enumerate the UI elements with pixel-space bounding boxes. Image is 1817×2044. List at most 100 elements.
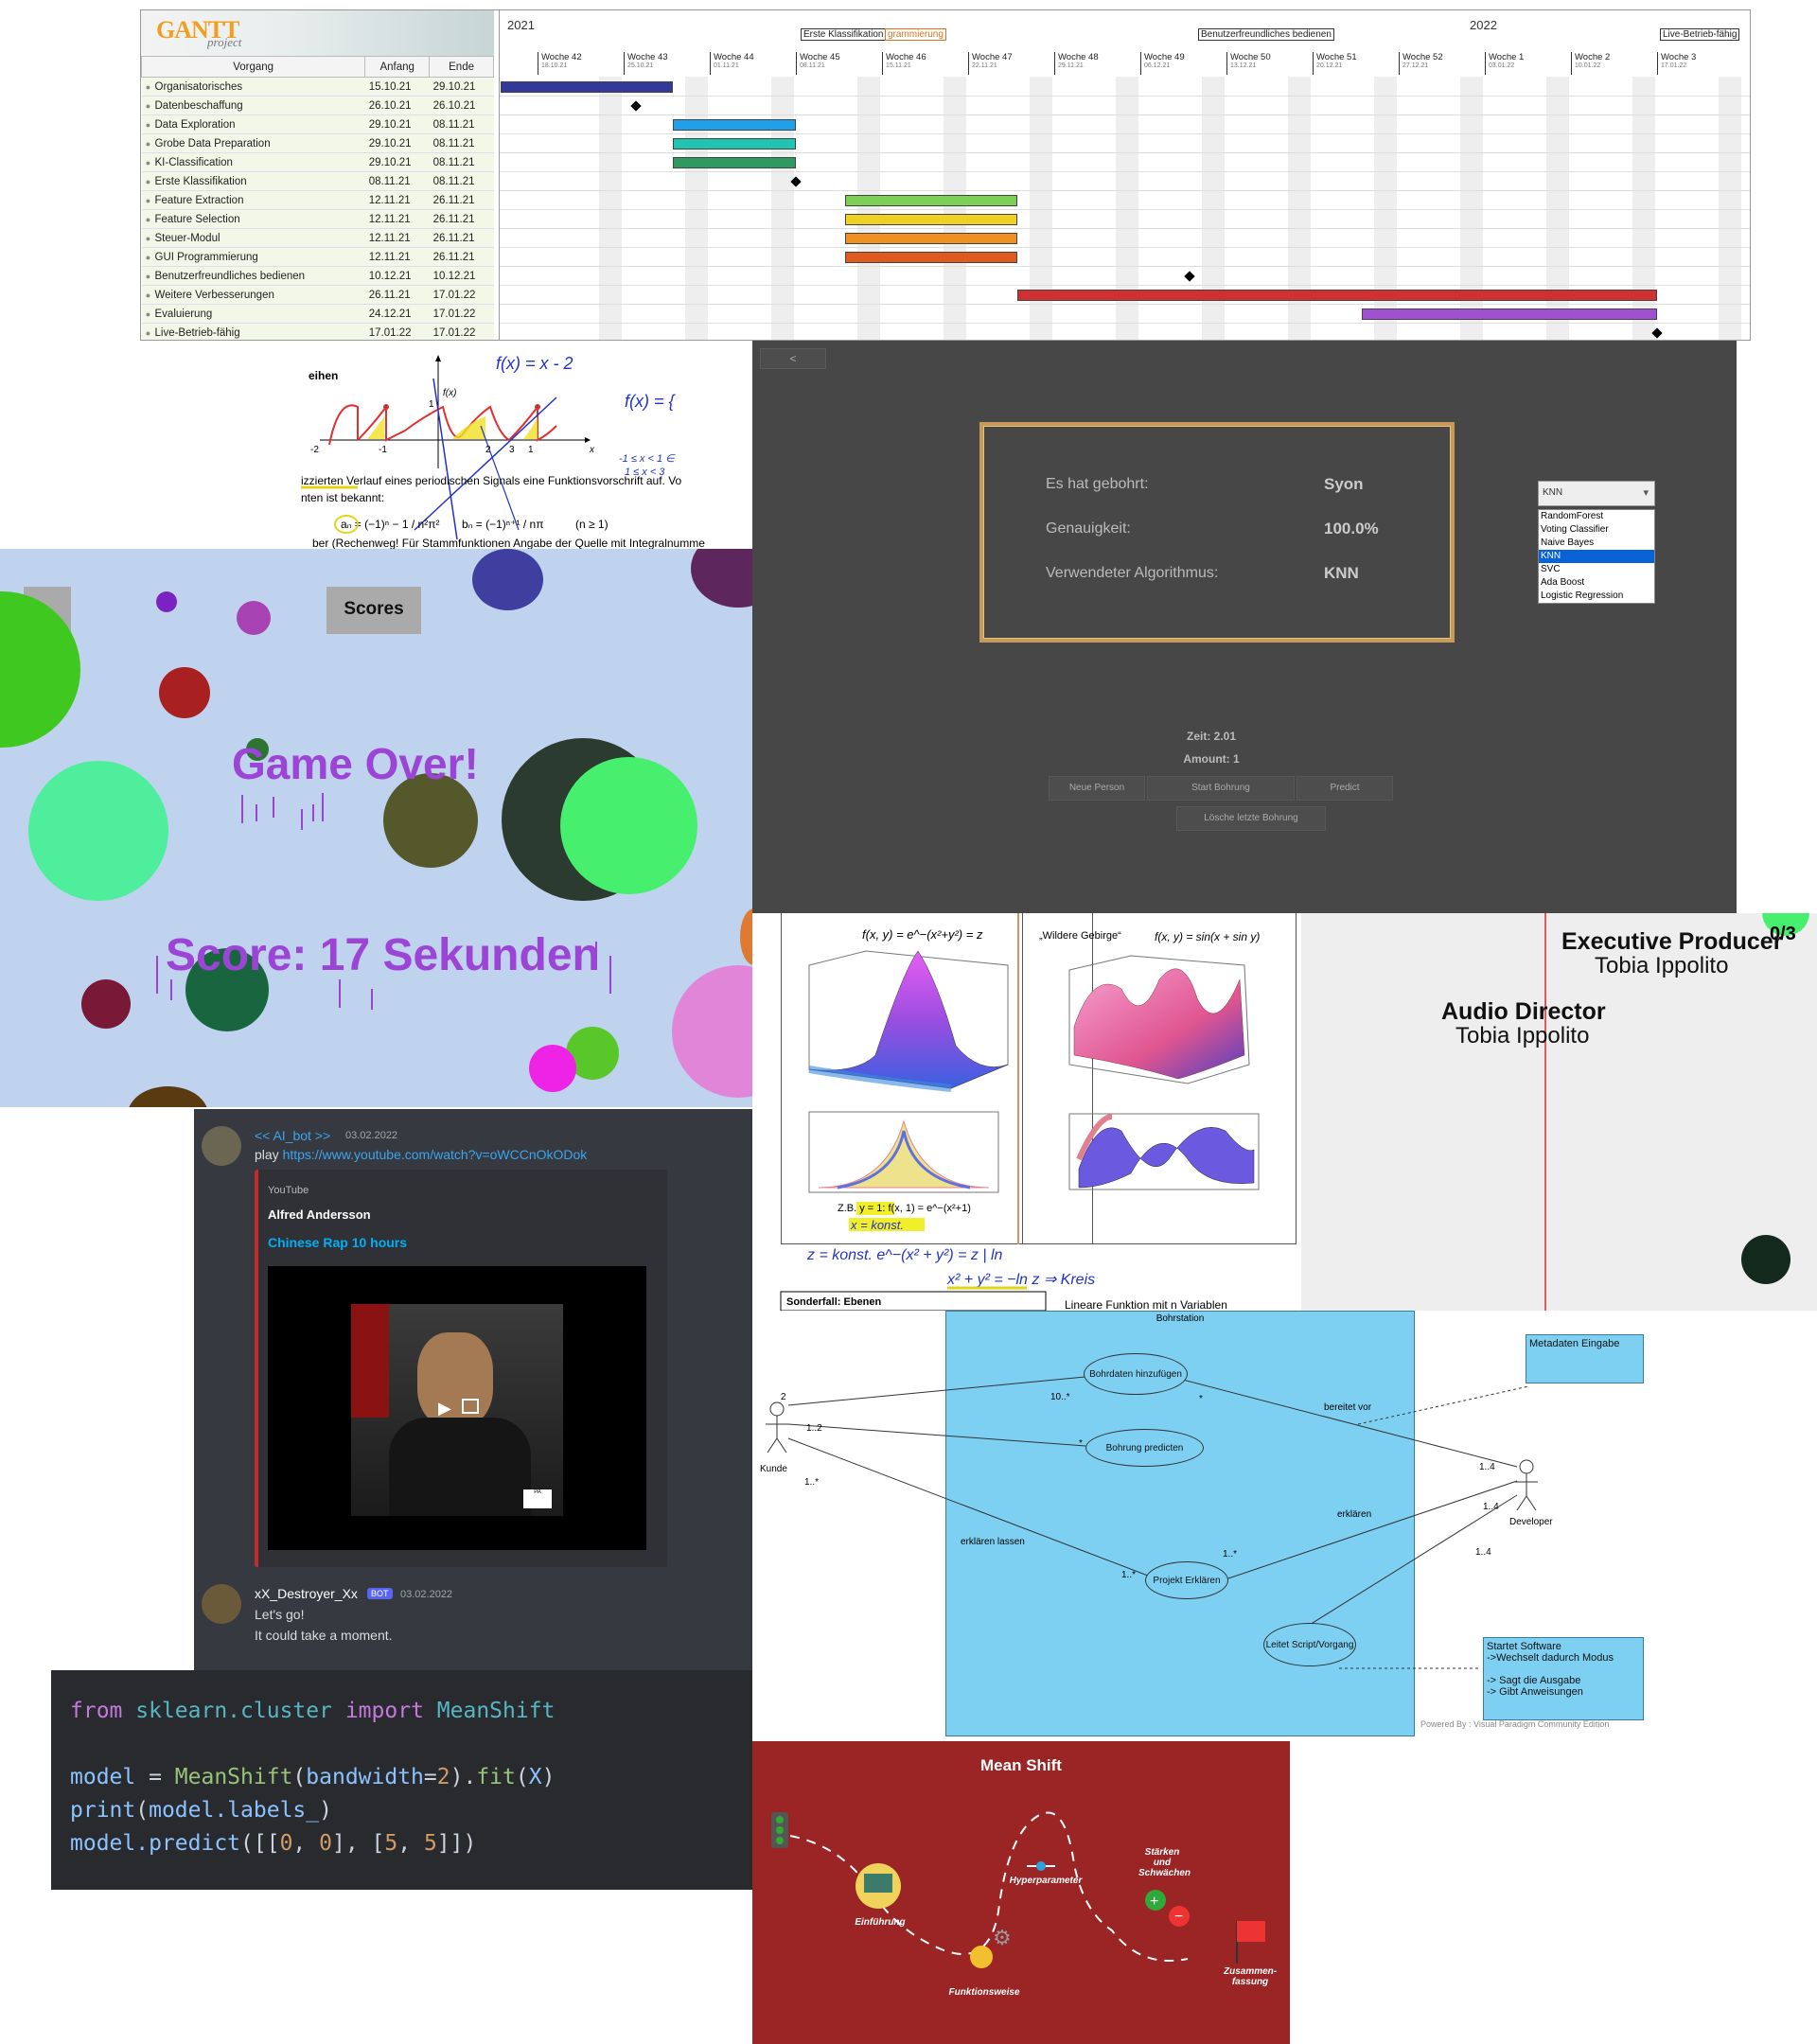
- task-row[interactable]: ● Steuer-Modul 12.11.21 26.11.21: [141, 228, 494, 248]
- week-label: Woche 48: [1058, 52, 1099, 62]
- algorithm-option[interactable]: Logistic Regression: [1539, 590, 1654, 603]
- avatar[interactable]: [202, 1126, 241, 1166]
- week-label: Woche 45: [800, 52, 840, 62]
- algorithm-option[interactable]: KNN: [1539, 550, 1654, 563]
- task-row[interactable]: ● Benutzerfreundliches bedienen 10.12.21…: [141, 266, 494, 286]
- step-introduction[interactable]: Einführung: [852, 1917, 908, 1928]
- new-person-button[interactable]: Neue Person: [1049, 776, 1145, 801]
- youtube-link[interactable]: https://www.youtube.com/watch?v=oWCCnOkO…: [283, 1147, 588, 1162]
- algorithm-select[interactable]: KNN: [1538, 481, 1655, 506]
- task-row[interactable]: ● Feature Extraction 12.11.21 26.11.21: [141, 190, 494, 210]
- algorithm-option[interactable]: Ada Boost: [1539, 576, 1654, 590]
- game-circle: [159, 667, 210, 718]
- task-row[interactable]: ● GUI Programmierung 12.11.21 26.11.21: [141, 247, 494, 267]
- task-row[interactable]: ● Data Exploration 29.10.21 08.11.21: [141, 115, 494, 134]
- row-line: [500, 133, 1750, 134]
- row-line: [500, 228, 1750, 229]
- game-circle: [128, 1086, 208, 1107]
- expand-bullet-icon[interactable]: ●: [141, 115, 151, 134]
- open-external-icon[interactable]: [462, 1399, 479, 1414]
- embed-author[interactable]: Alfred Andersson: [268, 1207, 371, 1222]
- task-end: 26.10.21: [429, 96, 494, 115]
- task-row[interactable]: ● KI-Classification 29.10.21 08.11.21: [141, 152, 494, 172]
- algorithm-option[interactable]: RandomForest: [1539, 510, 1654, 523]
- task-row[interactable]: ● Grobe Data Preparation 29.10.21 08.11.…: [141, 133, 494, 153]
- step-hyperparameter[interactable]: Hyperparameter: [1008, 1876, 1084, 1886]
- command-text: play: [255, 1147, 279, 1162]
- username[interactable]: << AI_bot >>: [255, 1128, 330, 1143]
- embed-title[interactable]: Chinese Rap 10 hours: [268, 1235, 407, 1250]
- usecase-explain-project[interactable]: Projekt Erklären: [1145, 1561, 1228, 1599]
- task-start: 12.11.21: [364, 228, 430, 248]
- timestamp: 03.02.2022: [400, 1589, 453, 1600]
- expand-bullet-icon[interactable]: ●: [141, 190, 151, 210]
- note-line: Startet Software: [1487, 1641, 1561, 1652]
- special-case-box: Sonderfall: Ebenen: [786, 1296, 882, 1308]
- expand-bullet-icon[interactable]: ●: [141, 228, 151, 248]
- multiplicity: 1..4: [1479, 1462, 1495, 1472]
- rain-line: [312, 804, 314, 821]
- algorithm-option[interactable]: Voting Classifier: [1539, 523, 1654, 537]
- milestone-marker: [630, 100, 642, 112]
- col-header-end[interactable]: Ende: [429, 56, 494, 78]
- back-button[interactable]: <: [760, 348, 826, 369]
- game-credits-screen: 0/3 Executive Producer Tobia Ippolito Au…: [1301, 913, 1817, 1311]
- task-row[interactable]: ● Live-Betrieb-fähig 17.01.22 17.01.22: [141, 323, 494, 340]
- usecase-add-drilling-data[interactable]: Bohrdaten hinzufügen: [1084, 1353, 1188, 1395]
- code-line: model = MeanShift(bandwidth=2).fit(X): [70, 1765, 556, 1789]
- step-functionality[interactable]: Funktionsweise: [946, 1987, 1022, 1998]
- step-strengths-weaknesses[interactable]: Stärken und Schwächen: [1138, 1847, 1191, 1878]
- multiplicity: 1..*: [1121, 1570, 1136, 1580]
- expand-bullet-icon[interactable]: ●: [141, 171, 151, 191]
- avatar[interactable]: [202, 1584, 241, 1624]
- expand-bullet-icon[interactable]: ●: [141, 209, 151, 229]
- play-icon[interactable]: ▶: [438, 1399, 451, 1418]
- game-circle: [156, 591, 177, 612]
- note-metadata: Metadaten Eingabe: [1526, 1334, 1644, 1383]
- scores-button[interactable]: Scores: [326, 587, 421, 634]
- task-row[interactable]: ● Feature Selection 12.11.21 26.11.21: [141, 209, 494, 229]
- username[interactable]: xX_Destroyer_Xx: [255, 1586, 358, 1601]
- album-cover: PA: [351, 1304, 563, 1516]
- multiplicity: 2: [781, 1392, 786, 1402]
- task-row[interactable]: ● Datenbeschaffung 26.10.21 26.10.21: [141, 96, 494, 115]
- week-date: 08.11.21: [800, 62, 825, 69]
- expand-bullet-icon[interactable]: ●: [141, 266, 151, 286]
- svg-text:⚙: ⚙: [993, 1926, 1012, 1949]
- expand-bullet-icon[interactable]: ●: [141, 152, 151, 172]
- col-header-start[interactable]: Anfang: [364, 56, 431, 78]
- task-row[interactable]: ● Weitere Verbesserungen 26.11.21 17.01.…: [141, 285, 494, 305]
- expand-bullet-icon[interactable]: ●: [141, 96, 151, 115]
- ml-prediction-app: < Es hat gebohrt: Syon Genauigkeit: 100.…: [752, 341, 1737, 913]
- periodic-signal-plot: -2 -1 2 3 1 1 x f(x) f(x) = x - 2 f(x) =…: [301, 354, 705, 549]
- expand-bullet-icon[interactable]: ●: [141, 247, 151, 267]
- task-row[interactable]: ● Erste Klassifikation 08.11.21 08.11.21: [141, 171, 494, 191]
- expand-bullet-icon[interactable]: ●: [141, 77, 151, 97]
- col-header-task[interactable]: Vorgang: [141, 56, 366, 78]
- row-line: [500, 171, 1750, 172]
- multiplicity: 1..2: [806, 1423, 822, 1434]
- expand-bullet-icon[interactable]: ●: [141, 304, 151, 324]
- delete-last-drilling-button[interactable]: Lösche letzte Bohrung: [1176, 806, 1326, 831]
- video-thumbnail[interactable]: PA ▶: [268, 1266, 646, 1550]
- step-summary[interactable]: Zusammen-fassung: [1224, 1966, 1277, 1987]
- result-label-drilled: Es hat gebohrt:: [1046, 476, 1149, 492]
- usecase-script-process[interactable]: Leitet Script/Vorgang: [1263, 1623, 1356, 1666]
- task-start: 29.10.21: [364, 152, 430, 172]
- message-text: play https://www.youtube.com/watch?v=oWC…: [255, 1147, 587, 1162]
- algorithm-option[interactable]: Naive Bayes: [1539, 537, 1654, 550]
- algorithm-option[interactable]: SVC: [1539, 563, 1654, 576]
- formula-bn: bₙ = (−1)ⁿ⁺¹ / nπ: [462, 518, 543, 531]
- expand-bullet-icon[interactable]: ●: [141, 285, 151, 305]
- task-bar: [501, 81, 673, 93]
- week-header: Woche 43 25.10.21: [624, 52, 668, 75]
- result-value-drilled: Syon: [1324, 475, 1364, 493]
- task-row[interactable]: ● Organisatorisches 15.10.21 29.10.21: [141, 77, 494, 97]
- usecase-predict-drilling[interactable]: Bohrung predicten: [1085, 1429, 1204, 1467]
- start-drilling-button[interactable]: Start Bohrung: [1147, 776, 1295, 801]
- expand-bullet-icon[interactable]: ●: [141, 323, 151, 340]
- predict-button[interactable]: Predict: [1297, 776, 1393, 801]
- expand-bullet-icon[interactable]: ●: [141, 133, 151, 153]
- svg-text:−: −: [1174, 1909, 1183, 1925]
- task-row[interactable]: ● Evaluierung 24.12.21 17.01.22: [141, 304, 494, 324]
